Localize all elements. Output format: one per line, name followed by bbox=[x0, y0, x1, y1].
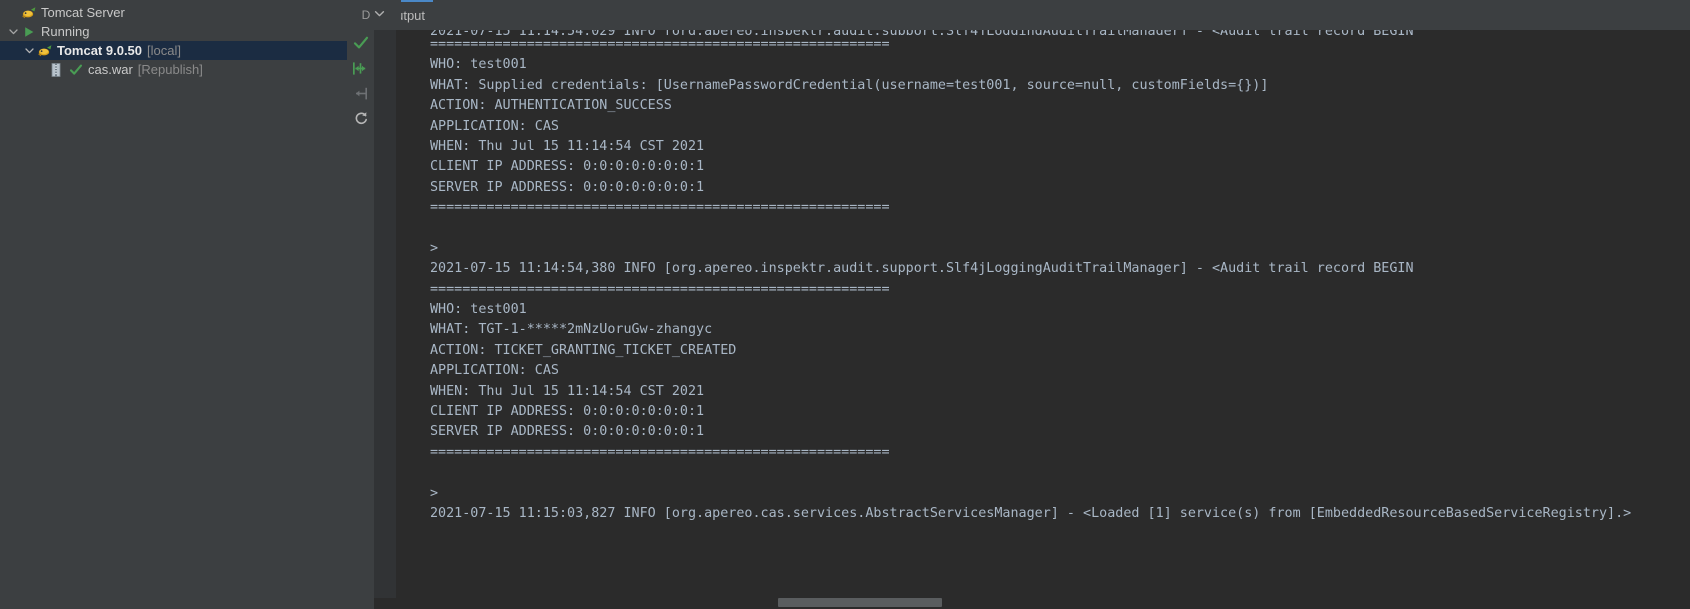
console-body[interactable]: 2021-07-15 11:14:54,029 INFO [org.apereo… bbox=[374, 30, 1690, 609]
console-log-line: 2021-07-15 11:15:03,827 INFO [org.apereo… bbox=[430, 505, 1632, 521]
tree-label: Tomcat 9.0.50 bbox=[57, 43, 143, 58]
green-check-icon bbox=[68, 62, 84, 78]
console-log-line: > bbox=[430, 240, 439, 256]
tree-label: Tomcat Server bbox=[41, 5, 125, 20]
tree-label-suffix: [local] bbox=[147, 43, 181, 58]
console-log-text: 2021-07-15 11:14:54,029 INFO [org.apereo… bbox=[374, 30, 1690, 609]
tree-row-running[interactable]: Running bbox=[0, 22, 347, 41]
tomcat-icon bbox=[21, 5, 37, 21]
panel-header-controls: D bbox=[347, 0, 401, 30]
console-log-line: WHAT: Supplied credentials: [UsernamePas… bbox=[430, 77, 1269, 93]
tree-row-tomcat-9-0-50[interactable]: Tomcat 9.0.50 [local] bbox=[0, 41, 347, 60]
console-log-line bbox=[430, 463, 1690, 483]
output-console-panel: Output 2021-07-15 11:14:54,029 INFO [org… bbox=[374, 0, 1690, 609]
console-log-line bbox=[430, 219, 1690, 239]
console-log-line: CLIENT IP ADDRESS: 0:0:0:0:0:0:0:1 bbox=[430, 159, 705, 175]
console-log-line: APPLICATION: CAS bbox=[430, 118, 559, 134]
servers-tree-panel: Tomcat Server Running Tomcat 9.0.50 [loc… bbox=[0, 0, 347, 609]
console-log-line: > bbox=[430, 485, 439, 501]
console-log-line: SERVER IP ADDRESS: 0:0:0:0:0:0:0:1 bbox=[430, 424, 705, 440]
tree-row-cas-war[interactable]: cas.war [Republish] bbox=[0, 60, 347, 79]
console-log-line: ACTION: AUTHENTICATION_SUCCESS bbox=[430, 98, 672, 114]
console-log-line: ========================================… bbox=[430, 281, 890, 297]
run-play-icon bbox=[21, 24, 37, 40]
console-log-line: ========================================… bbox=[430, 444, 890, 460]
horizontal-scrollbar[interactable] bbox=[374, 598, 1690, 609]
tree-label: cas.war bbox=[88, 62, 133, 77]
console-log-line: ========================================… bbox=[430, 200, 890, 216]
console-log-line: ========================================… bbox=[430, 37, 890, 52]
refresh-icon[interactable] bbox=[350, 107, 372, 129]
tomcat-icon bbox=[37, 43, 53, 59]
console-tabbar: Output bbox=[374, 0, 1690, 30]
tree-label: Running bbox=[41, 24, 90, 39]
console-log-line: WHEN: Thu Jul 15 11:14:54 CST 2021 bbox=[430, 138, 705, 154]
collapse-all-icon[interactable]: D bbox=[362, 8, 371, 22]
console-log-line: SERVER IP ADDRESS: 0:0:0:0:0:0:0:1 bbox=[430, 179, 705, 195]
publish-check-icon[interactable] bbox=[350, 32, 372, 54]
console-log-line: WHEN: Thu Jul 15 11:14:54 CST 2021 bbox=[430, 383, 705, 399]
horizontal-scrollbar-thumb[interactable] bbox=[778, 598, 942, 607]
chevron-down-icon[interactable] bbox=[373, 7, 386, 23]
import-from-server-icon bbox=[350, 82, 372, 104]
chevron-down-icon[interactable] bbox=[6, 24, 21, 39]
console-log-line: 2021-07-15 11:14:54,380 INFO [org.apereo… bbox=[430, 261, 1414, 277]
publish-to-server-icon[interactable] bbox=[350, 57, 372, 79]
console-log-line: WHO: test001 bbox=[430, 57, 527, 73]
console-log-line: WHO: test001 bbox=[430, 302, 527, 318]
console-log-line: APPLICATION: CAS bbox=[430, 363, 559, 379]
chevron-down-icon[interactable] bbox=[22, 43, 37, 58]
war-archive-icon bbox=[48, 62, 64, 78]
console-log-line: CLIENT IP ADDRESS: 0:0:0:0:0:0:0:1 bbox=[430, 404, 705, 420]
console-log-line: WHAT: TGT-1-*****2mNzUoruGw-zhangyc bbox=[430, 322, 713, 338]
servers-tree[interactable]: Tomcat Server Running Tomcat 9.0.50 [loc… bbox=[0, 0, 347, 79]
tree-row-tomcat-server[interactable]: Tomcat Server bbox=[0, 3, 347, 22]
server-actions-toolbar bbox=[347, 0, 374, 609]
tree-label-suffix: [Republish] bbox=[137, 62, 203, 77]
ide-servers-and-console: Tomcat Server Running Tomcat 9.0.50 [loc… bbox=[0, 0, 1690, 609]
console-log-line: ACTION: TICKET_GRANTING_TICKET_CREATED bbox=[430, 342, 737, 358]
